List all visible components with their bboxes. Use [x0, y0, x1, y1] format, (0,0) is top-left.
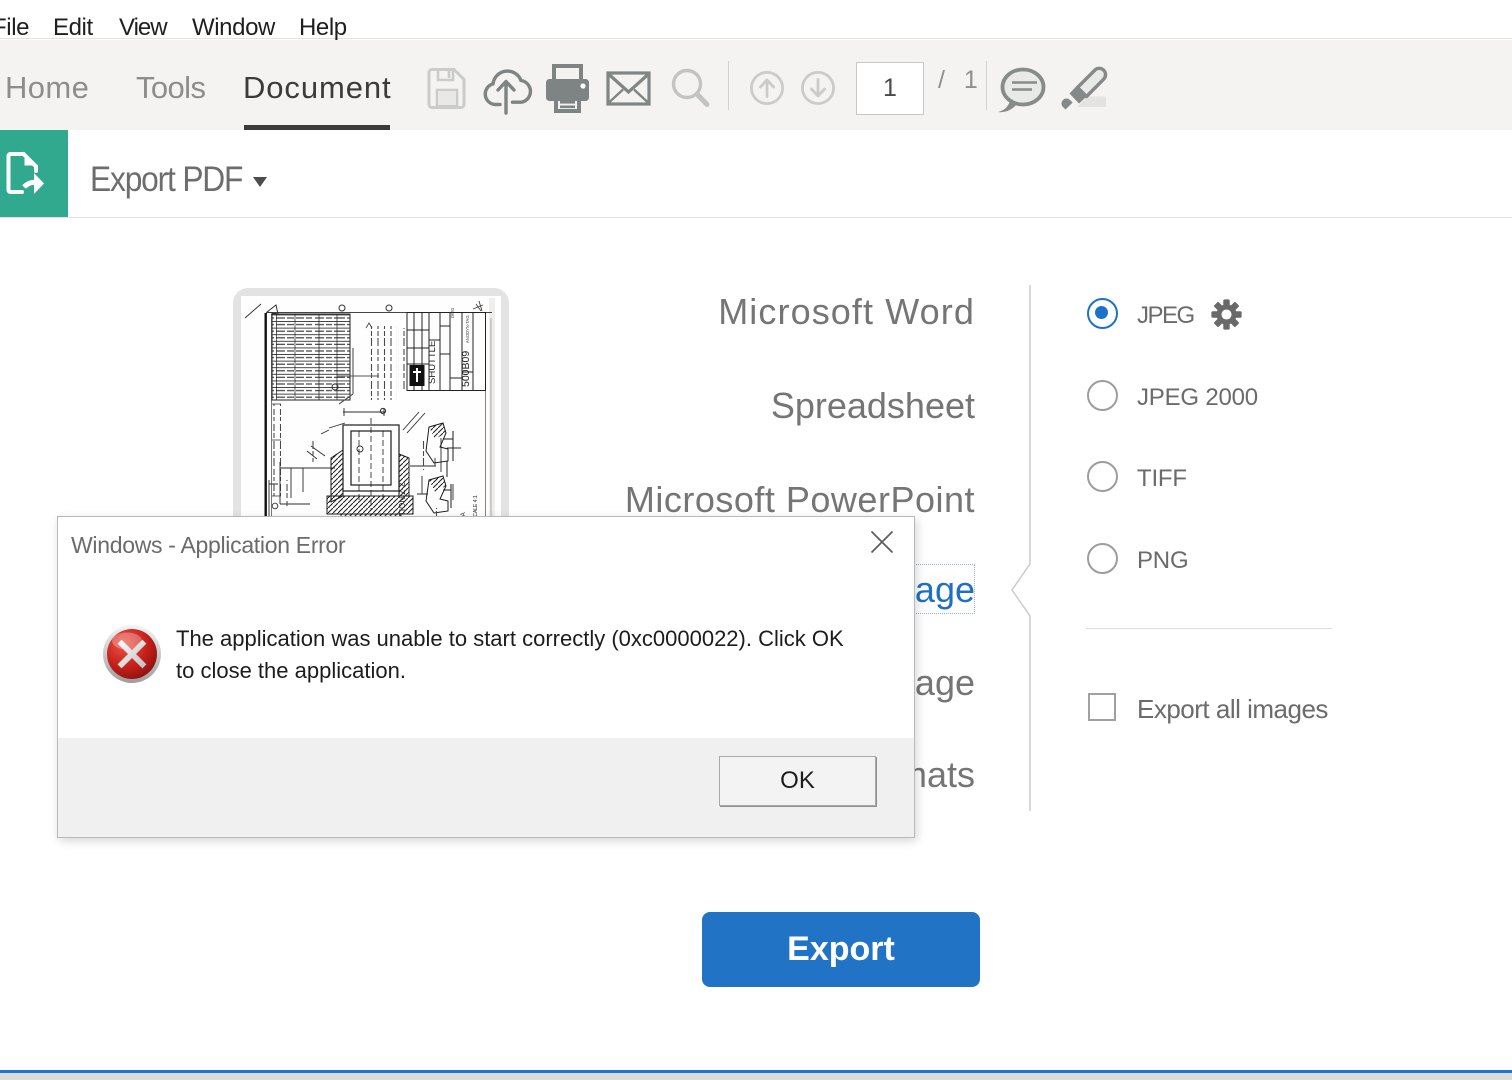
- svg-text:SHUTTLE: SHUTTLE: [427, 341, 438, 384]
- svg-text:TION Z-Z: TION Z-Z: [398, 482, 407, 516]
- svg-text:DWG: DWG: [450, 308, 455, 318]
- svg-text:ANODYN-TAG: ANODYN-TAG: [465, 315, 470, 343]
- svg-text:500B09: 500B09: [460, 351, 472, 387]
